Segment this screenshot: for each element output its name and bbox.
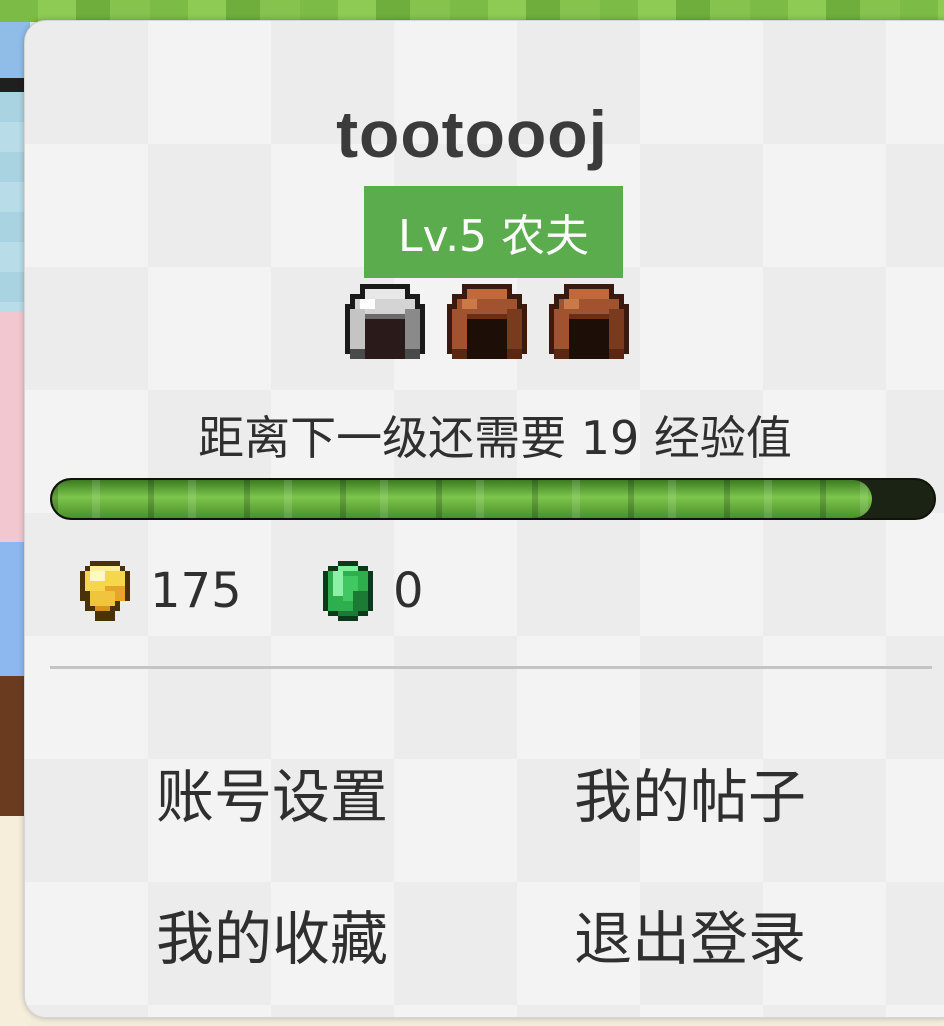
armor-icons (345, 284, 629, 359)
experience-progress-fill (52, 480, 873, 518)
divider (50, 666, 932, 669)
gold-balance: 175 (80, 560, 242, 622)
emerald-icon (323, 561, 373, 621)
gold-amount: 175 (150, 563, 242, 619)
background-grass-strip (0, 0, 944, 22)
username: tootoooj (336, 97, 608, 171)
experience-text: 距离下一级还需要 19 经验值 (198, 411, 792, 465)
leather-helmet-icon (447, 284, 527, 359)
gold-nugget-icon (80, 561, 130, 621)
experience-progress-bar (50, 478, 936, 520)
level-badge: Lv.5 农夫 (364, 186, 623, 278)
logout-link[interactable]: 退出登录 (574, 892, 806, 976)
iron-helmet-icon (345, 284, 425, 359)
account-settings-link[interactable]: 账号设置 (156, 750, 388, 834)
my-posts-link[interactable]: 我的帖子 (574, 750, 806, 834)
emerald-amount: 0 (393, 563, 424, 619)
my-favorites-link[interactable]: 我的收藏 (156, 892, 388, 976)
emerald-balance: 0 (323, 560, 424, 622)
leather-helmet-icon (549, 284, 629, 359)
